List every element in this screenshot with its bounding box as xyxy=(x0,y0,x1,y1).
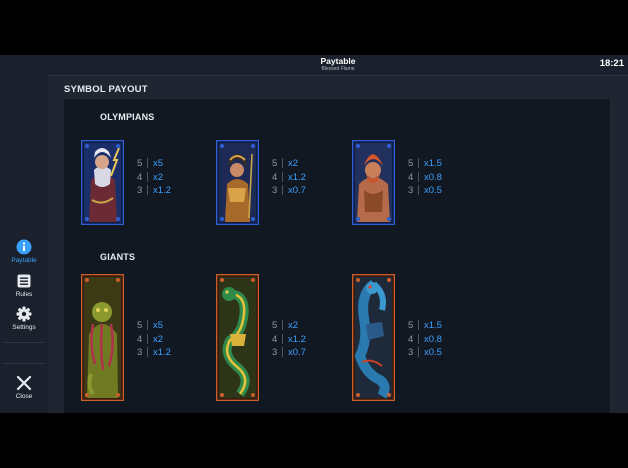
pay-count: 4 xyxy=(408,333,414,345)
pay-count: 5 xyxy=(408,158,414,169)
pay-row: 5 x1.5 xyxy=(408,319,442,333)
sidebar-divider xyxy=(4,342,44,343)
close-button[interactable]: Close xyxy=(0,375,48,400)
symbol-serpent-giant-image xyxy=(216,274,259,401)
pay-multiplier: x0.8 xyxy=(424,333,442,345)
pay-count: 5 xyxy=(272,320,278,331)
pay-count: 4 xyxy=(137,171,143,183)
pay-multiplier: x2 xyxy=(288,158,299,169)
pay-count: 3 xyxy=(137,347,143,358)
pay-multiplier: x1.2 xyxy=(288,171,306,183)
symbol-card-green-giant xyxy=(81,274,124,401)
pay-multiplier: x2 xyxy=(153,171,164,183)
game-subtitle: Blessed Flame xyxy=(321,66,355,72)
symbol-blue-giant-image xyxy=(352,274,395,401)
symbol-card-hephaestus xyxy=(352,140,395,225)
clock: 18:21 xyxy=(599,58,624,69)
symbol-zeus-image xyxy=(81,140,124,225)
close-icon xyxy=(16,375,32,391)
pay-count: 4 xyxy=(272,171,278,183)
pay-row: 4 x2 xyxy=(137,171,171,185)
page-title: Paytable xyxy=(320,56,356,66)
pay-multiplier: x1.2 xyxy=(153,347,171,358)
header-bar: Paytable Blessed Flame 18:21 xyxy=(48,55,628,75)
pay-row: 5 x2 xyxy=(272,157,306,171)
pay-count: 3 xyxy=(272,347,278,358)
pay-row: 4 x2 xyxy=(137,333,171,347)
pay-multiplier: x1.2 xyxy=(153,185,171,196)
pay-multiplier: x1.5 xyxy=(424,158,442,169)
rules-icon xyxy=(17,274,31,288)
pay-multiplier: x5 xyxy=(153,158,164,169)
sidebar-item-rules[interactable]: Rules xyxy=(0,273,48,298)
sidebar-divider xyxy=(4,363,44,364)
info-icon xyxy=(16,239,32,255)
pay-row: 5 x1.5 xyxy=(408,157,442,171)
sidebar: Paytable Rules Settings Close xyxy=(0,55,48,413)
symbol-card-athena xyxy=(216,140,259,225)
group-title-olympians: OLYMPIANS xyxy=(100,112,155,122)
pay-count: 3 xyxy=(272,185,278,196)
sidebar-item-paytable[interactable]: Paytable xyxy=(0,239,48,264)
pay-count: 5 xyxy=(272,158,278,169)
pay-row: 3 x1.2 xyxy=(137,184,171,198)
pay-row: 3 x0.7 xyxy=(272,346,306,360)
symbol-payout-panel: OLYMPIANS 5 x5 4 x2 3 x1.2 5 x2 4 x1.2 3… xyxy=(64,99,610,413)
symbol-card-serpent-giant xyxy=(216,274,259,401)
pay-count: 5 xyxy=(408,320,414,331)
sidebar-item-label: Paytable xyxy=(11,257,37,264)
pay-count: 4 xyxy=(272,333,278,345)
pay-multiplier: x2 xyxy=(153,333,164,345)
pay-row: 5 x5 xyxy=(137,319,171,333)
sidebar-item-label: Rules xyxy=(15,291,33,298)
pay-row: 3 x0.5 xyxy=(408,346,442,360)
pay-multiplier: x1.2 xyxy=(288,333,306,345)
symbol-card-blue-giant xyxy=(352,274,395,401)
paytable-serpent-giant: 5 x2 4 x1.2 3 x0.7 xyxy=(272,319,306,360)
section-title: SYMBOL PAYOUT xyxy=(64,84,148,95)
pay-multiplier: x0.8 xyxy=(424,171,442,183)
pay-multiplier: x2 xyxy=(288,320,299,331)
app-window: Paytable Rules Settings Close Paytable B… xyxy=(0,55,628,413)
group-title-giants: GIANTS xyxy=(100,252,136,262)
pay-row: 3 x0.7 xyxy=(272,184,306,198)
close-label: Close xyxy=(15,393,33,400)
header-divider xyxy=(48,75,628,76)
pay-count: 4 xyxy=(137,333,143,345)
pay-row: 4 x0.8 xyxy=(408,333,442,347)
sidebar-item-settings[interactable]: Settings xyxy=(0,306,48,331)
gear-icon xyxy=(16,306,32,322)
pay-multiplier: x0.5 xyxy=(424,185,442,196)
symbol-card-zeus xyxy=(81,140,124,225)
symbol-athena-image xyxy=(216,140,259,225)
pay-multiplier: x0.7 xyxy=(288,347,306,358)
pay-count: 5 xyxy=(137,158,143,169)
pay-count: 4 xyxy=(408,171,414,183)
pay-multiplier: x1.5 xyxy=(424,320,442,331)
pay-row: 4 x1.2 xyxy=(272,171,306,185)
paytable-hephaestus: 5 x1.5 4 x0.8 3 x0.5 xyxy=(408,157,442,198)
paytable-athena: 5 x2 4 x1.2 3 x0.7 xyxy=(272,157,306,198)
symbol-green-giant-image xyxy=(81,274,124,401)
pay-row: 5 x5 xyxy=(137,157,171,171)
pay-row: 5 x2 xyxy=(272,319,306,333)
paytable-green-giant: 5 x5 4 x2 3 x1.2 xyxy=(137,319,171,360)
pay-count: 5 xyxy=(137,320,143,331)
symbol-hephaestus-image xyxy=(352,140,395,225)
pay-row: 4 x1.2 xyxy=(272,333,306,347)
pay-row: 3 x0.5 xyxy=(408,184,442,198)
pay-count: 3 xyxy=(408,347,414,358)
pay-multiplier: x5 xyxy=(153,320,164,331)
pay-row: 3 x1.2 xyxy=(137,346,171,360)
pay-multiplier: x0.7 xyxy=(288,185,306,196)
sidebar-item-label: Settings xyxy=(12,324,36,331)
pay-multiplier: x0.5 xyxy=(424,347,442,358)
pay-count: 3 xyxy=(137,185,143,196)
paytable-zeus: 5 x5 4 x2 3 x1.2 xyxy=(137,157,171,198)
pay-count: 3 xyxy=(408,185,414,196)
paytable-blue-giant: 5 x1.5 4 x0.8 3 x0.5 xyxy=(408,319,442,360)
pay-row: 4 x0.8 xyxy=(408,171,442,185)
